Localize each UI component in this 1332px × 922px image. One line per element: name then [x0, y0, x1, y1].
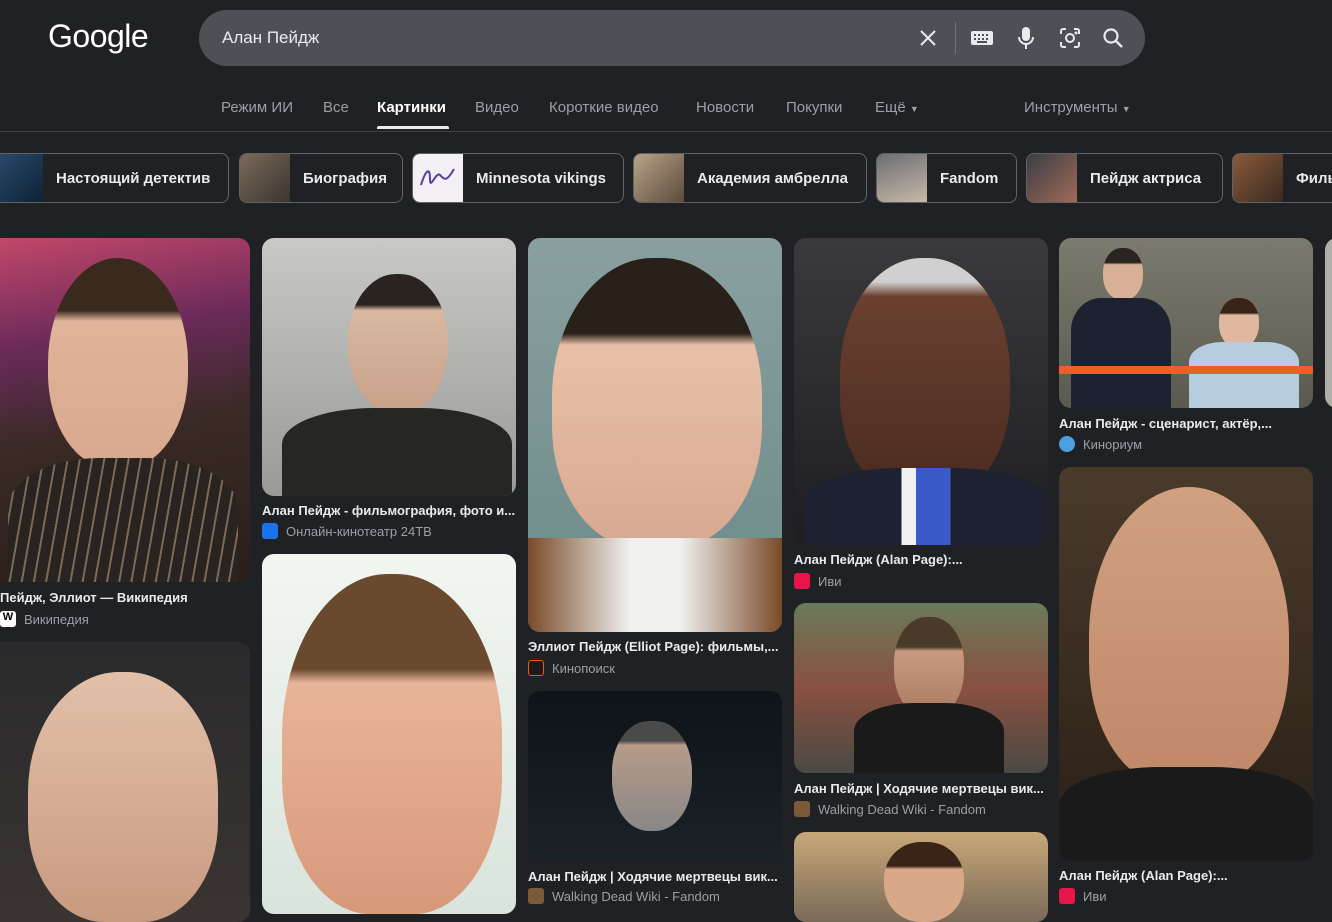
- result-source-label: Иви: [818, 573, 842, 589]
- tab-all[interactable]: Все: [323, 99, 349, 116]
- tab-short-videos[interactable]: Короткие видео: [549, 99, 659, 116]
- chip-thumbnail: [634, 154, 684, 202]
- wikipedia-icon: W: [0, 611, 16, 627]
- chip-thumbnail: [240, 154, 290, 202]
- result-source[interactable]: Иви: [794, 573, 842, 589]
- kinopoisk-icon: [528, 660, 544, 676]
- result-title[interactable]: Эллиот Пейдж (Elliot Page): фильмы,...: [528, 639, 782, 654]
- ivi-icon: [794, 573, 810, 589]
- result-source[interactable]: Walking Dead Wiki - Fandom: [528, 888, 720, 904]
- result-image[interactable]: [528, 238, 782, 632]
- result-image[interactable]: [1059, 238, 1313, 408]
- fandom-icon: [528, 888, 544, 904]
- result-image[interactable]: [794, 603, 1048, 773]
- chip-label: Настоящий детектив: [56, 169, 211, 187]
- result-image[interactable]: [0, 238, 250, 582]
- chip-label: Minnesota vikings: [476, 169, 607, 187]
- chip-thumbnail: [877, 154, 927, 202]
- tab-video[interactable]: Видео: [475, 99, 519, 116]
- chip-thumbnail: [1233, 154, 1283, 202]
- chip-biography[interactable]: Биография: [239, 153, 403, 203]
- chip-label: Биография: [303, 169, 388, 187]
- result-image[interactable]: [1059, 467, 1313, 861]
- lens-icon[interactable]: [1057, 25, 1083, 51]
- chip-films[interactable]: Филь: [1232, 153, 1332, 203]
- result-title[interactable]: Алан Пейдж | Ходячие мертвецы вик...: [528, 869, 782, 884]
- tools-label: Инструменты: [1024, 99, 1118, 116]
- result-source-label: Википедия: [24, 611, 89, 627]
- tab-news[interactable]: Новости: [696, 99, 754, 116]
- result-title[interactable]: Алан Пейдж (Alan Page):...: [1059, 868, 1313, 883]
- result-title[interactable]: Алан Пейдж - сценарист, актёр,...: [1059, 416, 1313, 431]
- tab-shopping[interactable]: Покупки: [786, 99, 842, 116]
- chip-label: Академия амбрелла: [697, 169, 848, 187]
- chip-label: Fandom: [940, 169, 999, 187]
- mic-icon[interactable]: [1014, 25, 1038, 51]
- chip-thumbnail: [413, 154, 463, 202]
- result-source-label: Walking Dead Wiki - Fandom: [552, 888, 720, 904]
- chip-true-detective[interactable]: Настоящий детектив: [0, 153, 229, 203]
- result-source[interactable]: Кинориум: [1059, 436, 1142, 452]
- result-title[interactable]: Алан Пейдж (Alan Page):...: [794, 552, 1048, 567]
- result-title[interactable]: Алан Пейдж - фильмография, фото и...: [262, 503, 518, 518]
- result-image[interactable]: [0, 642, 250, 922]
- tab-more-label: Ещё: [875, 99, 906, 116]
- chip-minnesota-vikings[interactable]: Minnesota vikings: [412, 153, 624, 203]
- result-image[interactable]: [262, 554, 516, 914]
- chip-umbrella-academy[interactable]: Академия амбрелла: [633, 153, 867, 203]
- tab-images[interactable]: Картинки: [377, 99, 446, 116]
- result-image[interactable]: [794, 238, 1048, 545]
- tv24-icon: [262, 523, 278, 539]
- result-source[interactable]: Онлайн-кинотеатр 24ТВ: [262, 523, 432, 539]
- result-source-label: Онлайн-кинотеатр 24ТВ: [286, 523, 432, 539]
- chip-fandom[interactable]: Fandom: [876, 153, 1017, 203]
- kinorium-icon: [1059, 436, 1075, 452]
- chevron-down-icon: ▼: [1121, 104, 1131, 114]
- search-icon[interactable]: [1101, 26, 1125, 50]
- result-source[interactable]: Иви: [1059, 888, 1107, 904]
- result-image[interactable]: [262, 238, 516, 496]
- chip-page-actress[interactable]: Пейдж актриса: [1026, 153, 1223, 203]
- result-title[interactable]: Алан Пейдж | Ходячие мертвецы вик...: [794, 781, 1048, 796]
- tab-more[interactable]: Ещё ▼: [875, 99, 919, 116]
- result-source[interactable]: Кинопоиск: [528, 660, 615, 676]
- result-image[interactable]: [1325, 238, 1332, 408]
- chip-thumbnail: [0, 154, 43, 202]
- result-source-label: Кинопоиск: [552, 660, 615, 676]
- google-logo[interactable]: Google: [48, 18, 149, 55]
- result-source[interactable]: W Википедия: [0, 611, 89, 627]
- result-image[interactable]: [794, 832, 1048, 922]
- result-source-label: Иви: [1083, 888, 1107, 904]
- chip-label: Пейдж актриса: [1090, 169, 1202, 187]
- fandom-icon: [794, 801, 810, 817]
- chip-label: Филь: [1296, 169, 1332, 187]
- result-source-label: Кинориум: [1083, 436, 1143, 452]
- keyboard-icon[interactable]: [969, 26, 995, 50]
- tab-ai-mode[interactable]: Режим ИИ: [221, 99, 293, 116]
- result-image[interactable]: [528, 691, 782, 861]
- tools-button[interactable]: Инструменты ▼: [1024, 99, 1131, 116]
- search-input[interactable]: Алан Пейдж: [222, 28, 319, 48]
- chevron-down-icon: ▼: [909, 104, 919, 114]
- close-icon[interactable]: [916, 26, 940, 50]
- ivi-icon: [1059, 888, 1075, 904]
- signature-icon: [420, 168, 455, 186]
- search-separator: [955, 22, 956, 54]
- result-title[interactable]: Пейдж, Эллиот — Википедия: [0, 590, 245, 605]
- search-box[interactable]: [199, 10, 1145, 66]
- chip-thumbnail: [1027, 154, 1077, 202]
- active-tab-indicator: [377, 126, 449, 129]
- result-source-label: Walking Dead Wiki - Fandom: [818, 801, 986, 817]
- result-source[interactable]: Walking Dead Wiki - Fandom: [794, 801, 986, 817]
- header-divider: [0, 131, 1332, 132]
